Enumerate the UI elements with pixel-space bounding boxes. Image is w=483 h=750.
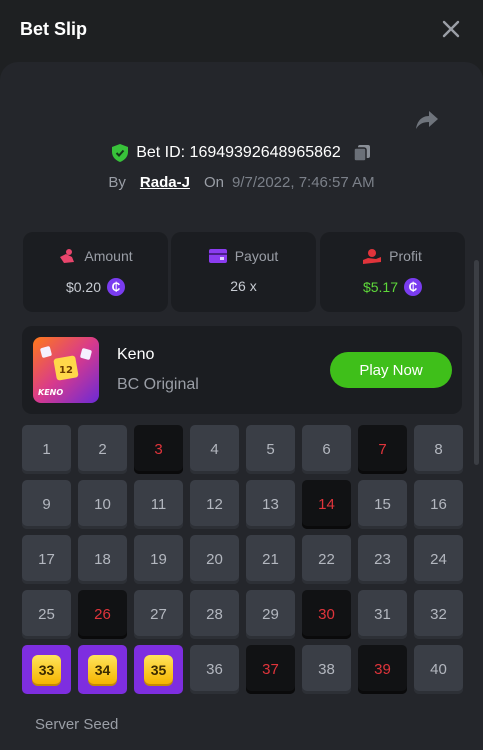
keno-cell[interactable]: 15 [358,480,407,529]
keno-cell[interactable]: 1 [22,425,71,474]
profit-icon [363,249,382,264]
payout-label: Payout [234,248,279,264]
payout-card: Payout 26 x [171,232,316,312]
amount-icon [60,249,75,263]
payout-icon [208,249,227,263]
keno-cell[interactable]: 10 [78,480,127,529]
keno-cell[interactable]: 35 [134,645,183,694]
keno-cell[interactable]: 22 [302,535,351,584]
svg-text:KENO: KENO [38,388,63,397]
amount-label: Amount [84,248,133,264]
keno-cell[interactable]: 4 [190,425,239,474]
keno-cell[interactable]: 18 [78,535,127,584]
coin-icon: ₵ [404,278,423,296]
coin-icon: ₵ [107,278,126,296]
keno-cell[interactable]: 7 [358,425,407,474]
keno-cell[interactable]: 13 [246,480,295,529]
shield-check-icon [112,144,129,162]
on-label: On [203,173,224,191]
server-seed-label: Server Seed [35,716,119,733]
play-now-button[interactable]: Play Now [330,352,452,388]
game-card: 12 KENO Keno BC Original Play Now [22,326,462,414]
keno-cell[interactable]: 38 [302,645,351,694]
keno-cell[interactable]: 28 [190,590,239,639]
keno-cell[interactable]: 39 [358,645,407,694]
game-name: Keno [117,346,155,363]
profit-value: $5.17 [362,279,399,295]
keno-cell[interactable]: 8 [414,425,463,474]
keno-cell[interactable]: 26 [78,590,127,639]
keno-cell[interactable]: 21 [246,535,295,584]
header: Bet Slip [0,0,483,60]
keno-cell[interactable]: 25 [22,590,71,639]
bet-datetime: 9/7/2022, 7:46:57 AM [231,173,375,191]
keno-cell[interactable]: 11 [134,480,183,529]
keno-cell[interactable]: 34 [78,645,127,694]
keno-cell[interactable]: 30 [302,590,351,639]
bet-id-row: Bet ID: 16949392648965862 [0,140,483,166]
keno-cell[interactable]: 19 [134,535,183,584]
bet-id: Bet ID: 16949392648965862 [136,144,341,161]
amount-value: $0.20 [65,279,102,295]
keno-cell[interactable]: 12 [190,480,239,529]
bet-slip-title: Bet Slip [20,19,88,39]
keno-cell[interactable]: 20 [190,535,239,584]
keno-cell[interactable]: 31 [358,590,407,639]
keno-cell[interactable]: 40 [414,645,463,694]
keno-cell[interactable]: 27 [134,590,183,639]
keno-cell[interactable]: 3 [134,425,183,474]
keno-board: 1 2 3 4 5 6 7 8 9 10 11 12 13 14 15 16 17 18 19 20 21 22 23 24 2… [22,425,463,695]
payout-value: 26 x [230,278,257,294]
copy-icon[interactable] [353,144,371,162]
amount-card: Amount $0.20 ₵ [23,232,168,312]
share-icon[interactable] [414,108,440,132]
keno-cell[interactable]: 36 [190,645,239,694]
svg-text:12: 12 [59,365,73,376]
close-icon[interactable] [440,18,462,40]
game-subtitle: BC Original [117,376,199,393]
by-label: By [108,173,126,191]
bet-author-row: By Rada-J On 9/7/2022, 7:46:57 AM [0,170,483,194]
keno-cell[interactable]: 33 [22,645,71,694]
scrollbar[interactable] [474,260,479,465]
profit-label: Profit [389,248,422,264]
keno-cell[interactable]: 17 [22,535,71,584]
keno-cell[interactable]: 24 [414,535,463,584]
keno-cell[interactable]: 14 [302,480,351,529]
keno-cell[interactable]: 32 [414,590,463,639]
keno-cell[interactable]: 5 [246,425,295,474]
keno-thumbnail[interactable]: 12 KENO [33,337,99,403]
keno-cell[interactable]: 29 [246,590,295,639]
profit-card: Profit $5.17 ₵ [320,232,465,312]
gem-icon: 35 [144,655,173,684]
gem-icon: 34 [88,655,117,684]
keno-cell[interactable]: 2 [78,425,127,474]
gem-icon: 33 [32,655,61,684]
keno-cell[interactable]: 9 [22,480,71,529]
keno-cell[interactable]: 23 [358,535,407,584]
keno-cell[interactable]: 37 [246,645,295,694]
username-link[interactable]: Rada-J [140,174,190,191]
keno-cell[interactable]: 6 [302,425,351,474]
keno-cell[interactable]: 16 [414,480,463,529]
